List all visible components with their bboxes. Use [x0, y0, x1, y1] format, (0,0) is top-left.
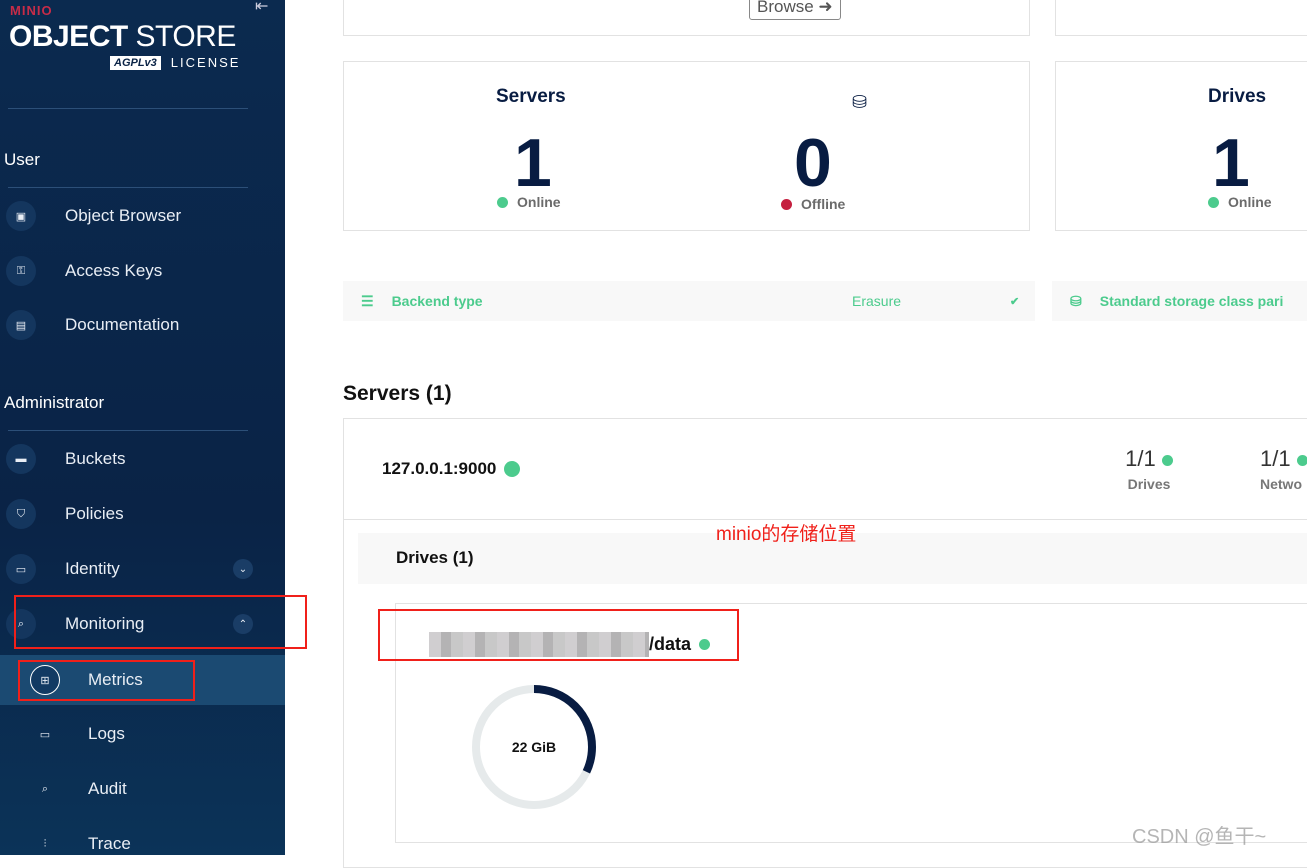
- database-icon: ⛁: [852, 92, 868, 112]
- sidebar-item-access-keys[interactable]: ⚿ Access Keys: [0, 247, 285, 295]
- document-icon: ▤: [6, 310, 36, 340]
- servers-online-count: 1: [514, 125, 552, 201]
- servers-card: Servers ⛁ 1 Online 0 Offline: [343, 61, 1030, 231]
- sidebar-item-object-browser[interactable]: ▣ Object Browser: [0, 192, 285, 240]
- drives-online-status: Online: [1208, 194, 1272, 210]
- watermark: CSDN @鱼干~: [1132, 826, 1267, 848]
- shield-icon: ⛉: [6, 499, 36, 529]
- collapse-sidebar-icon[interactable]: ⇤: [255, 0, 268, 16]
- annotation-text: minio的存储位置: [716, 524, 857, 545]
- sidebar-item-policies[interactable]: ⛉ Policies: [0, 490, 285, 538]
- drives-section-title: Drives (1): [396, 548, 474, 567]
- drive-usage-donut: 22 GiB: [472, 685, 596, 809]
- parity-row: ⛁ Standard storage class pari: [1052, 281, 1307, 321]
- server-drives-stat: 1/1 Drives: [1124, 446, 1174, 492]
- drives-card-title: Drives: [1208, 86, 1267, 107]
- object-browser-icon: ▣: [6, 201, 36, 231]
- section-administrator: Administrator: [4, 393, 105, 412]
- servers-card-title: Servers: [496, 86, 566, 107]
- objects-card: [1055, 0, 1307, 36]
- buckets-card: Browse ➜: [343, 0, 1030, 36]
- arrow-right-icon: ➜: [818, 0, 833, 16]
- server-address[interactable]: 127.0.0.1:9000: [382, 459, 521, 479]
- divider: [8, 430, 248, 431]
- sidebar-item-documentation[interactable]: ▤ Documentation: [0, 301, 285, 349]
- server-rack-icon: ☰: [361, 292, 374, 309]
- sidebar-item-identity[interactable]: ▭ Identity ⌄: [0, 545, 285, 593]
- section-user: User: [4, 150, 40, 169]
- key-icon: ⚿: [6, 256, 36, 286]
- backend-type-row: ☰ Backend type Erasure ✔: [343, 281, 1035, 321]
- drives-online-count: 1: [1212, 125, 1250, 201]
- servers-section-title: Servers (1): [343, 382, 452, 405]
- sidebar-item-buckets[interactable]: ▬ Buckets: [0, 435, 285, 483]
- audit-icon: ⌕: [41, 782, 49, 795]
- annotation-box: [18, 660, 195, 701]
- logs-icon: ▭: [39, 728, 51, 741]
- annotation-box: [378, 609, 739, 661]
- servers-offline-status: Offline: [781, 196, 845, 212]
- browse-button[interactable]: Browse ➜: [749, 0, 841, 20]
- database-icon: ⛁: [1070, 292, 1082, 309]
- sidebar-item-audit[interactable]: ⌕ Audit: [0, 765, 285, 813]
- servers-online-status: Online: [497, 194, 561, 210]
- divider: [8, 187, 248, 188]
- chevron-down-icon[interactable]: ⌄: [233, 559, 253, 579]
- check-icon: ✔: [1010, 295, 1020, 308]
- divider: [8, 108, 248, 109]
- minio-logo: MINIO: [10, 3, 53, 18]
- drives-card: Drives 1 Online: [1055, 61, 1307, 231]
- annotation-box: [14, 595, 307, 649]
- sidebar: MINIO OBJECT STORE AGPLv3 LICENSE ⇤ User …: [0, 0, 285, 855]
- id-card-icon: ▭: [6, 554, 36, 584]
- sidebar-item-trace[interactable]: ⫶ Trace: [0, 820, 285, 868]
- bucket-icon: ▬: [6, 444, 36, 474]
- license-label: AGPLv3 LICENSE: [110, 55, 240, 70]
- servers-offline-count: 0: [794, 125, 832, 201]
- server-network-stat: 1/1 Netwo: [1260, 446, 1307, 492]
- drive-capacity: 22 GiB: [512, 739, 556, 755]
- backend-type-value: Erasure: [852, 293, 902, 309]
- agpl-logo: AGPLv3: [110, 55, 161, 70]
- sidebar-item-logs[interactable]: ▭ Logs: [0, 710, 285, 758]
- product-name: OBJECT STORE: [9, 20, 236, 53]
